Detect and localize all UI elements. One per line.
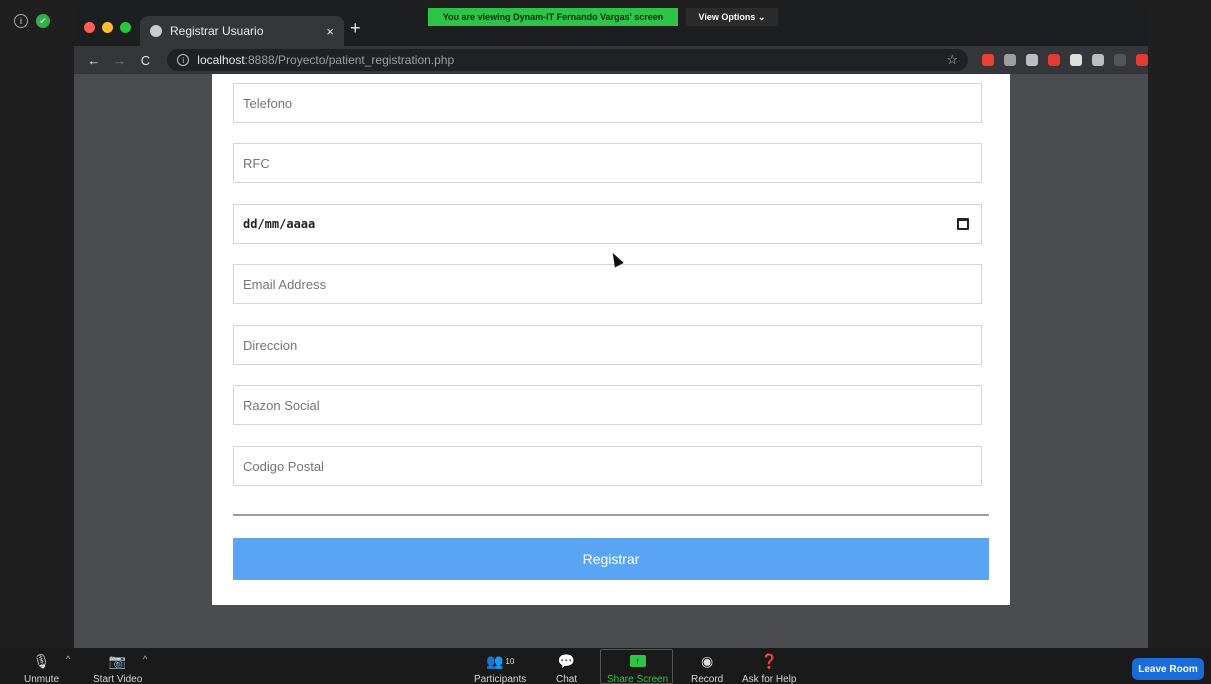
zoom-control-bar: 🎙 Unmute ^ 📷 Start Video ^ 👥 10 Participa… bbox=[0, 648, 1211, 684]
screen-share-banner: You are viewing Dynam-IT Fernando Vargas… bbox=[428, 8, 678, 26]
muted-mic-icon: 🎙 bbox=[32, 652, 51, 669]
calendar-icon[interactable] bbox=[957, 218, 969, 230]
update-icon[interactable] bbox=[1136, 54, 1148, 66]
share-screen-icon: ↑ bbox=[629, 655, 646, 667]
extension-icon[interactable] bbox=[1026, 54, 1038, 66]
extension-icon[interactable] bbox=[1004, 54, 1016, 66]
close-window-icon[interactable] bbox=[84, 22, 95, 33]
new-tab-button[interactable]: + bbox=[350, 18, 361, 39]
codigo-postal-field[interactable]: Codigo Postal bbox=[233, 446, 982, 486]
birthdate-field[interactable]: dd/mm/aaaa bbox=[233, 204, 982, 244]
date-placeholder: dd/mm/aaaa bbox=[243, 217, 316, 231]
razon-social-field[interactable]: Razon Social bbox=[233, 385, 982, 425]
share-screen-button[interactable]: ↑ Share Screen bbox=[607, 652, 668, 684]
leave-room-button[interactable]: Leave Room bbox=[1132, 658, 1204, 680]
zoom-status-icons: i ✔ bbox=[14, 14, 50, 28]
info-icon[interactable]: i bbox=[14, 14, 28, 28]
back-icon[interactable]: ← bbox=[84, 53, 104, 68]
unmute-button[interactable]: 🎙 Unmute bbox=[24, 652, 59, 684]
tab-title: Registrar Usuario bbox=[170, 24, 264, 38]
favicon-icon bbox=[150, 25, 162, 37]
chat-button[interactable]: 💬 Chat bbox=[556, 652, 577, 684]
direccion-field[interactable]: Direccion bbox=[233, 325, 982, 365]
telefono-field[interactable]: Telefono bbox=[233, 83, 982, 123]
registrar-button[interactable]: Registrar bbox=[233, 538, 989, 580]
extension-icon[interactable] bbox=[1048, 54, 1060, 66]
video-options-caret-icon[interactable]: ^ bbox=[143, 654, 147, 664]
maximize-window-icon[interactable] bbox=[120, 22, 131, 33]
chat-icon: 💬 bbox=[557, 652, 576, 669]
url-path: :8888/Proyecto/patient_registration.php bbox=[244, 53, 455, 67]
participants-icon: 👥 10 bbox=[485, 652, 515, 669]
extensions-puzzle-icon[interactable] bbox=[1070, 54, 1082, 66]
browser-tab[interactable]: Registrar Usuario × bbox=[140, 16, 344, 46]
shared-browser-window: Registrar Usuario × + You are viewing Dy… bbox=[74, 8, 1148, 648]
registration-page: Telefono RFC dd/mm/aaaa Email Address Di… bbox=[212, 74, 1010, 605]
close-tab-icon[interactable]: × bbox=[326, 24, 334, 39]
video-off-icon: 📷 bbox=[108, 652, 127, 669]
reading-list-icon[interactable] bbox=[1092, 54, 1104, 66]
extension-icon[interactable] bbox=[982, 54, 994, 66]
start-video-button[interactable]: 📷 Start Video bbox=[93, 652, 142, 684]
audio-options-caret-icon[interactable]: ^ bbox=[66, 654, 70, 664]
form-divider bbox=[233, 514, 989, 516]
help-icon: ❓ bbox=[760, 652, 778, 669]
participants-button[interactable]: 👥 10 Participants bbox=[474, 652, 526, 684]
email-field[interactable]: Email Address bbox=[233, 264, 982, 304]
window-controls bbox=[84, 22, 131, 33]
site-info-icon[interactable]: i bbox=[177, 54, 190, 66]
zoom-window: i ✔ Registrar Usuario × + You are viewin… bbox=[0, 0, 1211, 684]
rfc-field[interactable]: RFC bbox=[233, 143, 982, 183]
record-icon: ◉ bbox=[701, 652, 714, 669]
browser-toolbar: ← → C i localhost:8888/Proyecto/patient_… bbox=[74, 46, 1148, 74]
view-options-button[interactable]: View Options ⌄ bbox=[686, 8, 778, 26]
reload-icon[interactable]: C bbox=[136, 53, 156, 68]
url-host: localhost bbox=[197, 53, 245, 67]
minimize-window-icon[interactable] bbox=[102, 22, 113, 33]
shield-icon[interactable]: ✔ bbox=[36, 14, 50, 28]
forward-icon[interactable]: → bbox=[110, 53, 130, 68]
ask-for-help-button[interactable]: ❓ Ask for Help bbox=[742, 652, 796, 684]
profile-avatar-icon[interactable] bbox=[1114, 54, 1126, 66]
extensions-area bbox=[982, 54, 1148, 66]
address-bar[interactable]: i localhost:8888/Proyecto/patient_regist… bbox=[167, 49, 968, 71]
bookmark-star-icon[interactable]: ☆ bbox=[946, 52, 958, 68]
record-button[interactable]: ◉ Record bbox=[691, 652, 723, 684]
participants-count: 10 bbox=[505, 656, 515, 666]
